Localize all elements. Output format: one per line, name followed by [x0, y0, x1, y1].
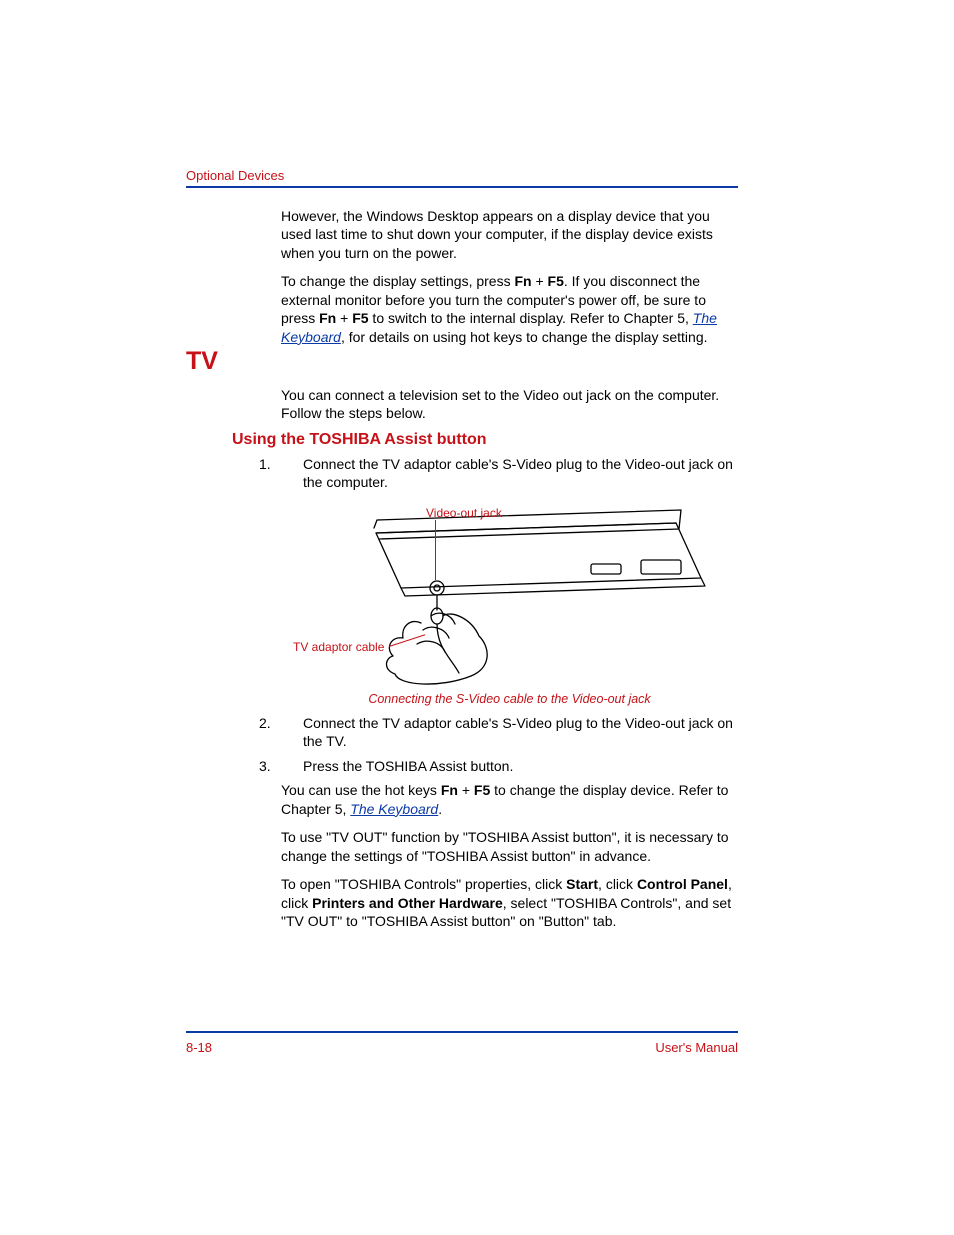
list-number: 3.: [281, 757, 303, 775]
text: .: [438, 801, 442, 817]
steps-list: 1.Connect the TV adaptor cable's S-Video…: [281, 455, 738, 492]
callout-video-out-jack: Video-out jack: [426, 506, 502, 520]
text: to switch to the internal display. Refer…: [369, 310, 693, 326]
key-f5: F5: [548, 273, 564, 289]
bold-control-panel: Control Panel: [637, 876, 728, 892]
link-keyboard-chapter[interactable]: The Keyboard: [350, 801, 438, 817]
footer-manual-label: User's Manual: [655, 1040, 738, 1055]
list-number: 1.: [281, 455, 303, 473]
header-rule: [186, 186, 738, 188]
page-number: 8-18: [186, 1040, 212, 1055]
key-f5: F5: [474, 782, 490, 798]
paragraph: You can use the hot keys Fn + F5 to chan…: [281, 781, 738, 818]
text: You can use the hot keys: [281, 782, 441, 798]
paragraph: To open "TOSHIBA Controls" properties, c…: [281, 875, 738, 930]
paragraph: However, the Windows Desktop appears on …: [281, 207, 738, 262]
list-text: Connect the TV adaptor cable's S-Video p…: [303, 456, 733, 490]
key-fn: Fn: [441, 782, 458, 798]
text: +: [458, 782, 474, 798]
key-f5: F5: [352, 310, 368, 326]
list-item: 3.Press the TOSHIBA Assist button.: [281, 757, 738, 775]
steps-list-cont: 2.Connect the TV adaptor cable's S-Video…: [281, 714, 738, 775]
paragraph: To use "TV OUT" function by "TOSHIBA Ass…: [281, 828, 738, 865]
paragraph: To change the display settings, press Fn…: [281, 272, 738, 346]
list-text: Connect the TV adaptor cable's S-Video p…: [303, 715, 733, 749]
text: +: [336, 310, 352, 326]
list-number: 2.: [281, 714, 303, 732]
heading-tv: TV: [186, 347, 218, 376]
callout-tv-adaptor-cable: TV adaptor cable: [293, 640, 384, 654]
text: +: [532, 273, 548, 289]
text: To open "TOSHIBA Controls" properties, c…: [281, 876, 566, 892]
callout-line: [435, 520, 436, 580]
figure-svideo-connection: Video-out jack TV adaptor cable: [281, 498, 738, 688]
laptop-svideo-illustration-icon: [281, 498, 738, 688]
heading-assist-button: Using the TOSHIBA Assist button: [232, 431, 487, 449]
key-fn: Fn: [319, 310, 336, 326]
header-section-label: Optional Devices: [186, 168, 284, 183]
bold-start: Start: [566, 876, 598, 892]
list-item: 2.Connect the TV adaptor cable's S-Video…: [281, 714, 738, 751]
list-item: 1.Connect the TV adaptor cable's S-Video…: [281, 455, 738, 492]
text: , for details on using hot keys to chang…: [341, 329, 708, 345]
bold-printers: Printers and Other Hardware: [312, 895, 503, 911]
text: To change the display settings, press: [281, 273, 514, 289]
key-fn: Fn: [514, 273, 531, 289]
list-text: Press the TOSHIBA Assist button.: [303, 758, 513, 774]
footer-rule: [186, 1031, 738, 1033]
paragraph: You can connect a television set to the …: [281, 386, 738, 423]
text: , click: [598, 876, 637, 892]
figure-caption: Connecting the S-Video cable to the Vide…: [281, 692, 738, 706]
